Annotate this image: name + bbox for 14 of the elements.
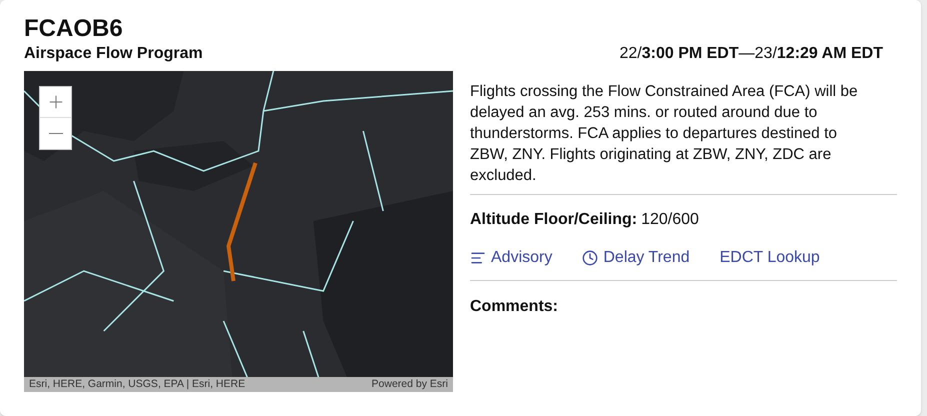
link[interactable]: Delay Trend — [582, 246, 690, 270]
card-title: FCAOB6 — [24, 14, 124, 44]
description-text: Flights crossing the Flow Constrained Area (FCA) will be delayed an avg. 253 mins. or routed around due to thunderstorms. FCA applies to departures destined to ZBW, ZNY. Flights originating at ZBW, ZNY, ZDC are excluded. — [470, 81, 897, 195]
altitude-label: Altitude Floor/Ceiling: — [470, 210, 638, 230]
attribution-text: Esri, HERE, Garmin, USGS, EPA | Esri, HERE — [29, 376, 246, 392]
comments-label: Comments: — [470, 297, 560, 317]
clock-icon — [582, 250, 598, 266]
link[interactable]: EDCT Lookup — [720, 246, 820, 270]
lines-icon — [470, 250, 486, 266]
link[interactable]: Advisory — [470, 246, 552, 270]
powered-by-text: Powered by Esri — [372, 376, 448, 392]
altitude-value: 120/600 — [641, 210, 699, 230]
card-subtitle: Airspace Flow Program — [24, 44, 203, 64]
time-range: 22/3:00 PM EDT—23/12:29 AM EDT — [619, 44, 883, 64]
